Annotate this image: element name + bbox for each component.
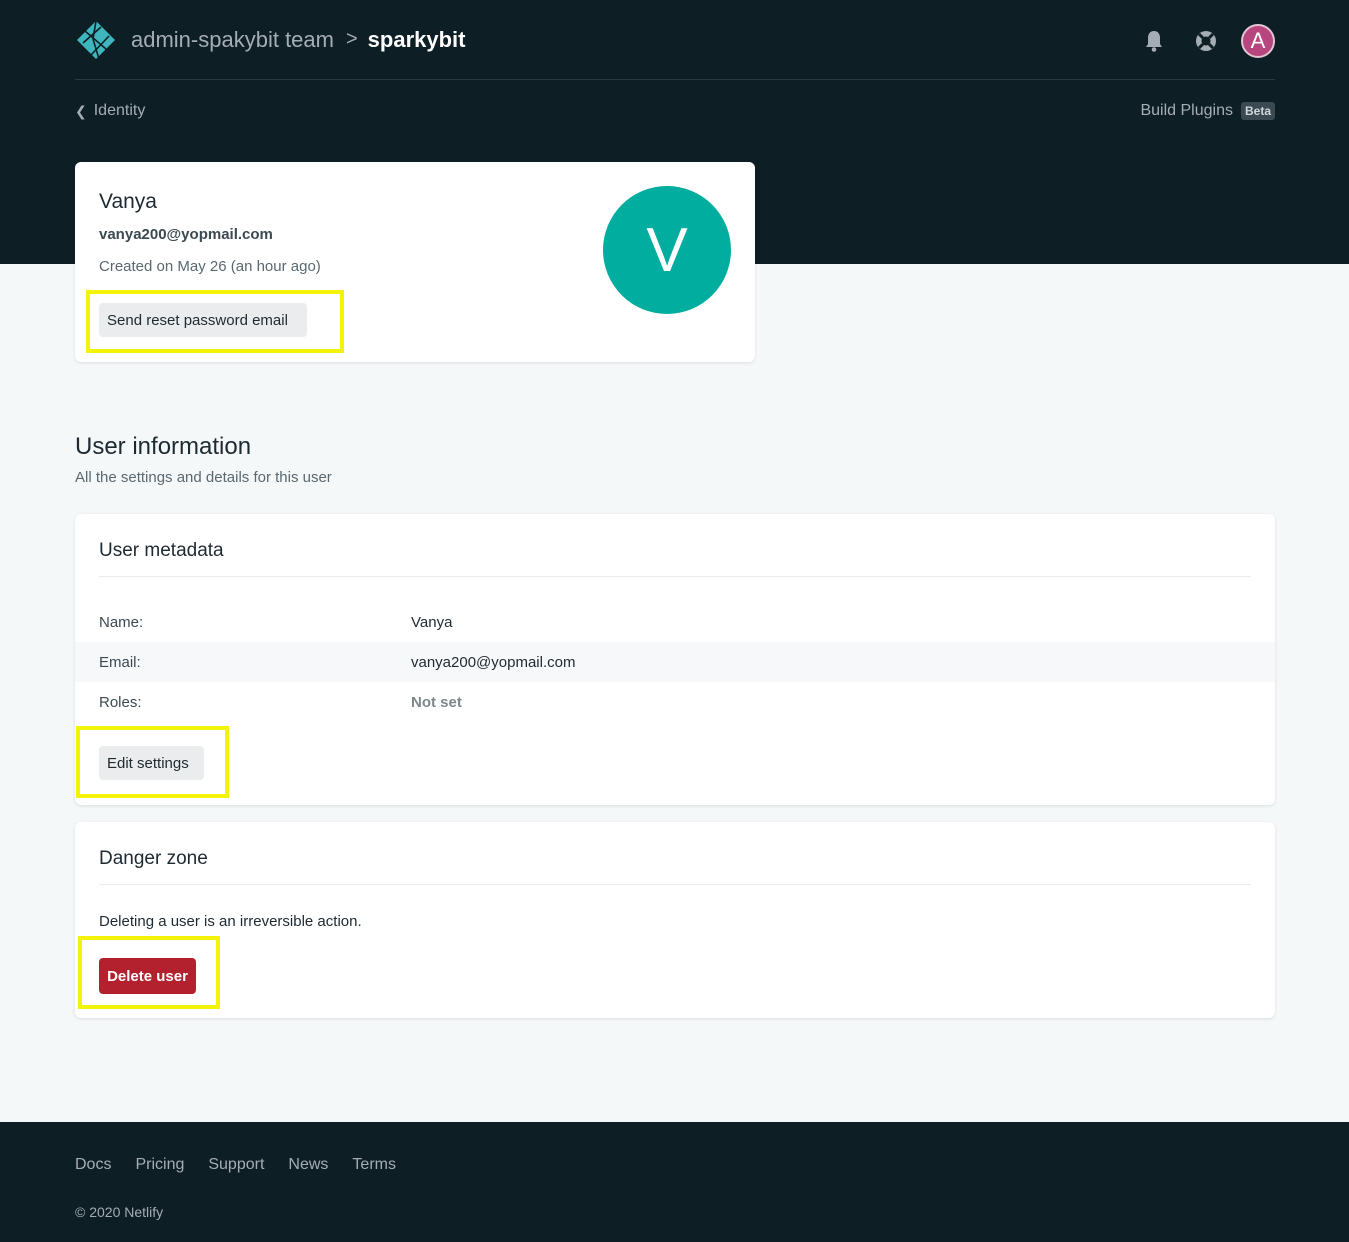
- back-to-identity-link[interactable]: ❮ Identity: [75, 102, 145, 120]
- footer-link-news[interactable]: News: [288, 1156, 328, 1174]
- row-value: Vanya: [411, 613, 453, 631]
- divider: [99, 576, 1251, 577]
- bell-icon: [1146, 31, 1162, 52]
- user-created-date: Created on May 26 (an hour ago): [99, 258, 321, 275]
- top-bar: admin-spakybit team > sparkybit A: [75, 0, 1275, 80]
- user-avatar: V: [603, 186, 731, 314]
- footer: Docs Pricing Support News Terms © 2020 N…: [0, 1122, 1349, 1242]
- table-row: Roles: Not set: [75, 682, 1275, 722]
- footer-links: Docs Pricing Support News Terms: [75, 1156, 420, 1174]
- footer-link-pricing[interactable]: Pricing: [135, 1156, 184, 1174]
- user-metadata-card: User metadata Name: Vanya Email: vanya20…: [75, 514, 1275, 805]
- build-plugins-label: Build Plugins: [1140, 102, 1233, 119]
- sub-navigation: ❮ Identity Build Plugins Beta: [75, 98, 1275, 124]
- highlight-box-edit: [76, 726, 229, 798]
- footer-link-docs[interactable]: Docs: [75, 1156, 111, 1174]
- highlight-box-delete: [78, 936, 220, 1009]
- row-key: Name:: [99, 613, 144, 631]
- divider: [99, 884, 1251, 885]
- help-button[interactable]: [1189, 24, 1223, 58]
- danger-zone-card: Danger zone Deleting a user is an irreve…: [75, 822, 1275, 1018]
- breadcrumb-separator: >: [345, 28, 358, 50]
- breadcrumb-site[interactable]: sparkybit: [368, 27, 466, 53]
- chevron-left-icon: ❮: [75, 102, 87, 119]
- beta-badge: Beta: [1240, 102, 1275, 120]
- table-row: Email: vanya200@yopmail.com: [75, 642, 1275, 682]
- row-key: Email:: [99, 653, 141, 671]
- netlify-logo-icon[interactable]: [75, 19, 117, 61]
- account-avatar[interactable]: A: [1241, 24, 1275, 58]
- metadata-title: User metadata: [99, 540, 224, 561]
- row-key: Roles:: [99, 693, 142, 711]
- row-value: Not set: [411, 693, 462, 711]
- danger-zone-text: Deleting a user is an irreversible actio…: [99, 913, 362, 930]
- danger-zone-title: Danger zone: [99, 848, 208, 869]
- footer-link-terms[interactable]: Terms: [352, 1156, 396, 1174]
- lifebuoy-icon: [1196, 31, 1216, 51]
- back-link-label: Identity: [93, 102, 146, 119]
- highlight-box-reset: [86, 290, 344, 353]
- section-description: All the settings and details for this us…: [75, 469, 332, 486]
- copyright: © 2020 Netlify: [75, 1204, 164, 1220]
- build-plugins-link[interactable]: Build Plugins Beta: [1140, 102, 1275, 120]
- table-row: Name: Vanya: [75, 602, 1275, 642]
- footer-link-support[interactable]: Support: [208, 1156, 264, 1174]
- user-email: vanya200@yopmail.com: [99, 226, 273, 243]
- section-title: User information: [75, 433, 252, 460]
- header-actions: A: [1119, 24, 1275, 58]
- user-name: Vanya: [99, 190, 157, 213]
- breadcrumb-team[interactable]: admin-spakybit team: [131, 27, 334, 53]
- row-value: vanya200@yopmail.com: [411, 653, 576, 671]
- notifications-button[interactable]: [1137, 24, 1171, 58]
